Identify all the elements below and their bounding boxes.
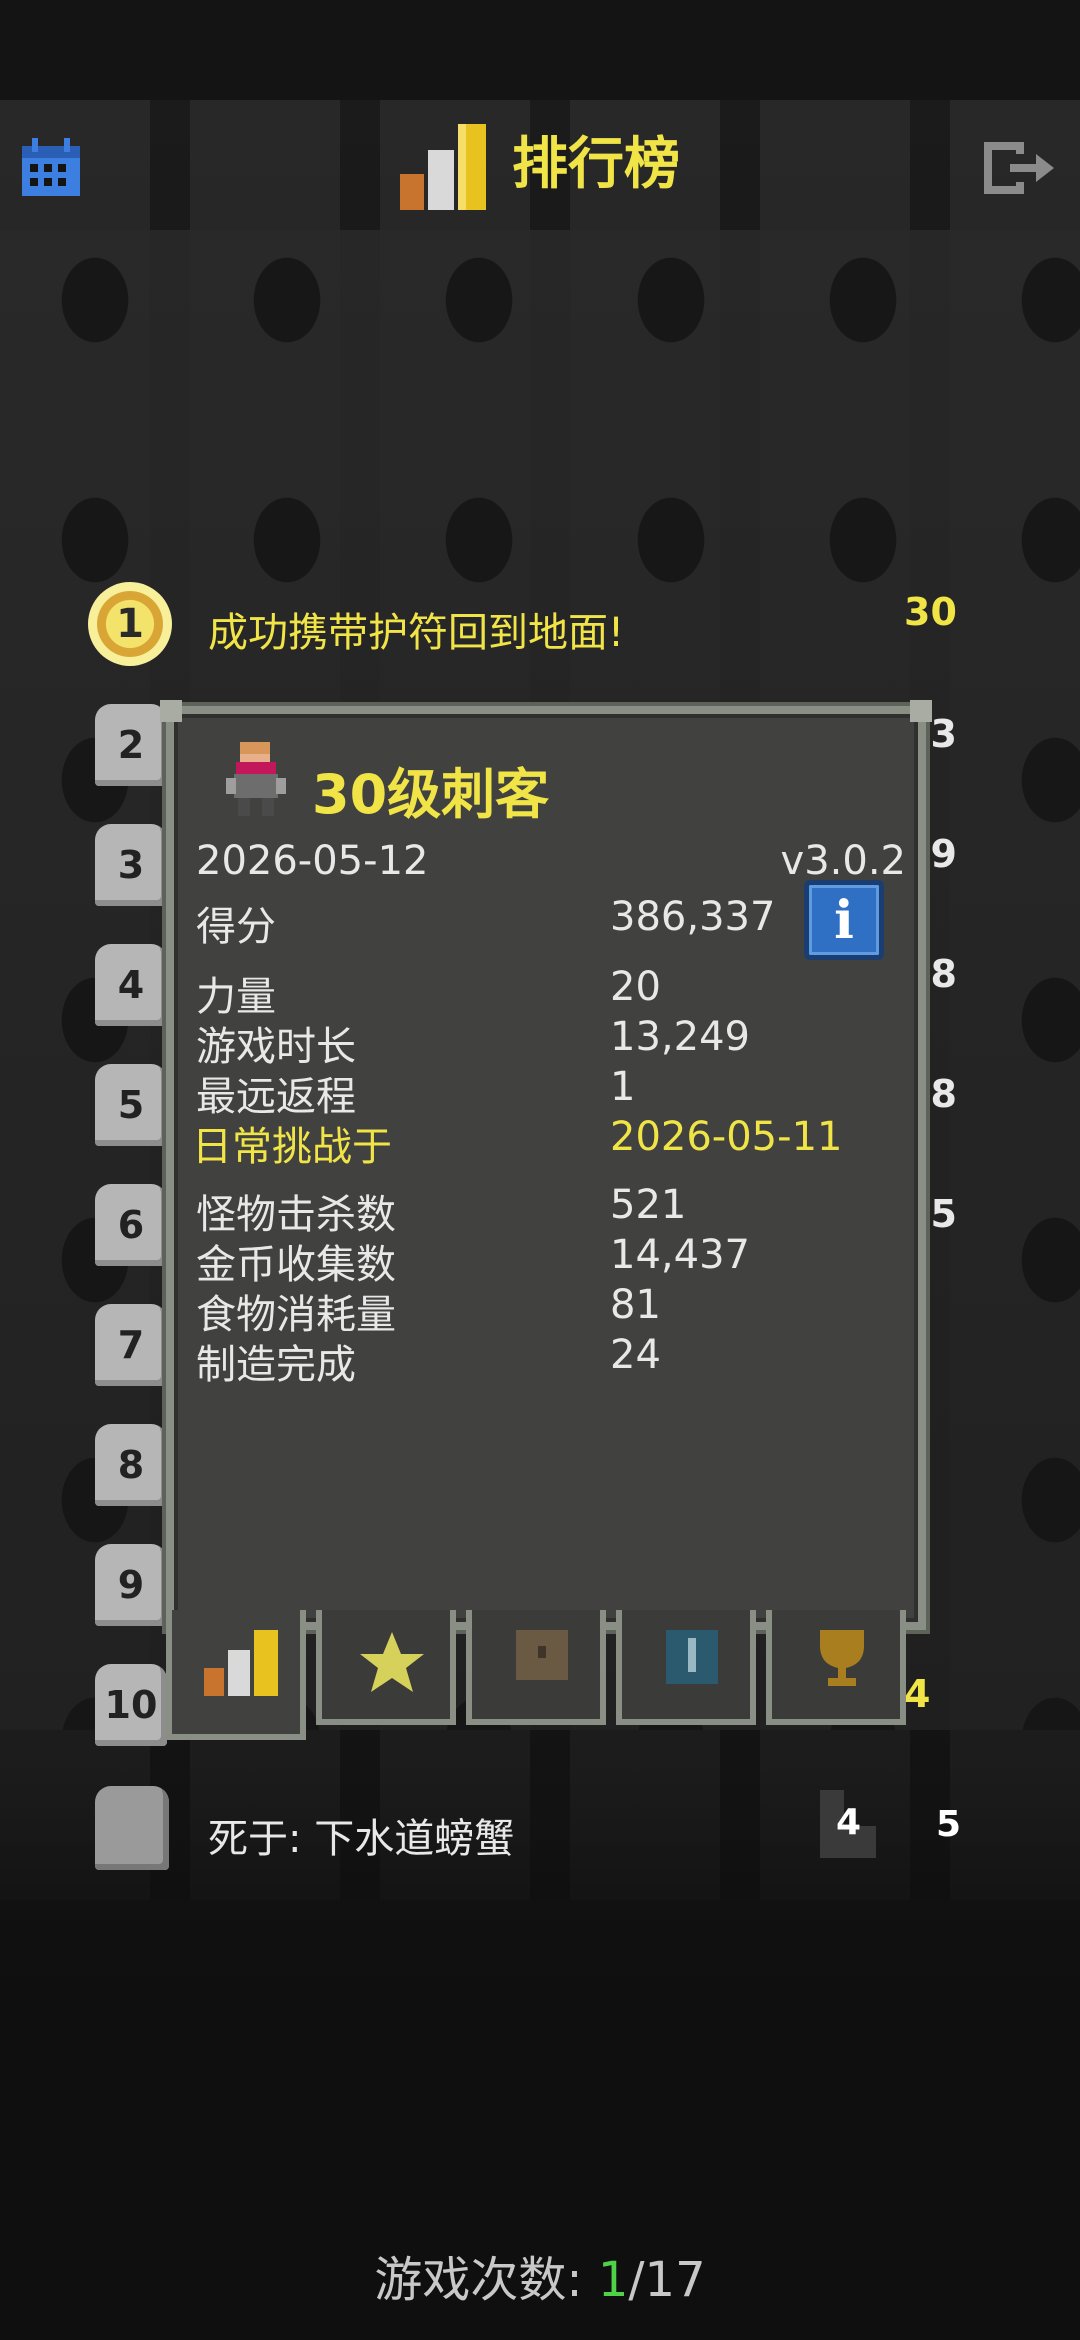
- tab-trophies[interactable]: [766, 1610, 906, 1725]
- dialog-corner: [160, 700, 182, 722]
- kills-value: 521: [610, 1182, 687, 1228]
- ascent-value: 1: [610, 1064, 636, 1110]
- crafting-label: 制造完成: [196, 1342, 356, 1388]
- game-version: v3.0.2: [780, 838, 906, 884]
- assassin-avatar-icon: [222, 738, 290, 818]
- rank-level: 30: [904, 590, 957, 634]
- info-button[interactable]: i: [804, 880, 884, 960]
- tab-badges[interactable]: [316, 1610, 456, 1725]
- record-date: 2026-05-12: [196, 838, 429, 884]
- daily-challenge-label: 日常挑战于: [192, 1124, 392, 1170]
- tombstone-icon: [95, 1786, 169, 1870]
- rank-row-text: 成功携带护符回到地面!: [208, 610, 625, 656]
- tombstone-icon: 6: [95, 1184, 167, 1266]
- trophy-tab-icon: [802, 1628, 882, 1698]
- games-played-current: 1: [597, 2252, 629, 2308]
- stats-tab-icon: [202, 1628, 282, 1698]
- star-tab-icon: [352, 1628, 432, 1698]
- death-level: 5: [936, 1804, 962, 1845]
- page-title: 排行榜: [512, 132, 680, 197]
- gold-value: 14,437: [610, 1232, 750, 1278]
- exit-icon[interactable]: [980, 138, 1056, 198]
- dialog-tabs: [166, 1610, 926, 1740]
- food-value: 81: [610, 1282, 661, 1328]
- dialog-title: 30级刺客: [312, 763, 550, 826]
- gold-medal-icon: 1: [88, 582, 172, 666]
- tombstone-icon: 4: [95, 944, 167, 1026]
- games-played: 游戏次数: 1/17: [0, 2240, 1080, 2310]
- leaderboard-icon: [398, 120, 490, 212]
- journal-tab-icon: [652, 1628, 732, 1698]
- games-played-label: 游戏次数:: [374, 2252, 598, 2308]
- tombstone-icon: 8: [95, 1424, 167, 1506]
- death-depth: 4: [836, 1802, 862, 1843]
- record-details-dialog: 30级刺客 2026-05-12 v3.0.2 得分 386,337 i 力量 …: [160, 700, 932, 1630]
- tombstone-icon: 7: [95, 1304, 167, 1386]
- tab-journal[interactable]: [616, 1610, 756, 1725]
- score-value: 386,337: [610, 894, 776, 940]
- games-played-total: /17: [628, 2252, 706, 2308]
- tombstone-icon: 3: [95, 824, 167, 906]
- duration-value: 13,249: [610, 1014, 750, 1060]
- rank-row-1[interactable]: 1 成功携带护符回到地面! 30: [0, 582, 1080, 682]
- dialog-corner: [910, 700, 932, 722]
- daily-challenge-value: 2026-05-11: [610, 1114, 843, 1160]
- bag-tab-icon: [502, 1628, 582, 1698]
- tombstone-icon: 5: [95, 1064, 167, 1146]
- tab-stats[interactable]: [166, 1610, 306, 1740]
- tab-items[interactable]: [466, 1610, 606, 1725]
- score-label: 得分: [196, 904, 276, 950]
- tombstone-icon: 2: [95, 704, 167, 786]
- tombstone-icon: 10: [95, 1664, 167, 1746]
- top-bar: 排行榜: [0, 110, 1080, 220]
- tombstone-icon: 9: [95, 1544, 167, 1626]
- crafting-value: 24: [610, 1332, 661, 1378]
- death-cause: 死于: 下水道螃蟹: [208, 1816, 515, 1862]
- calendar-icon[interactable]: [20, 138, 82, 198]
- strength-value: 20: [610, 964, 661, 1010]
